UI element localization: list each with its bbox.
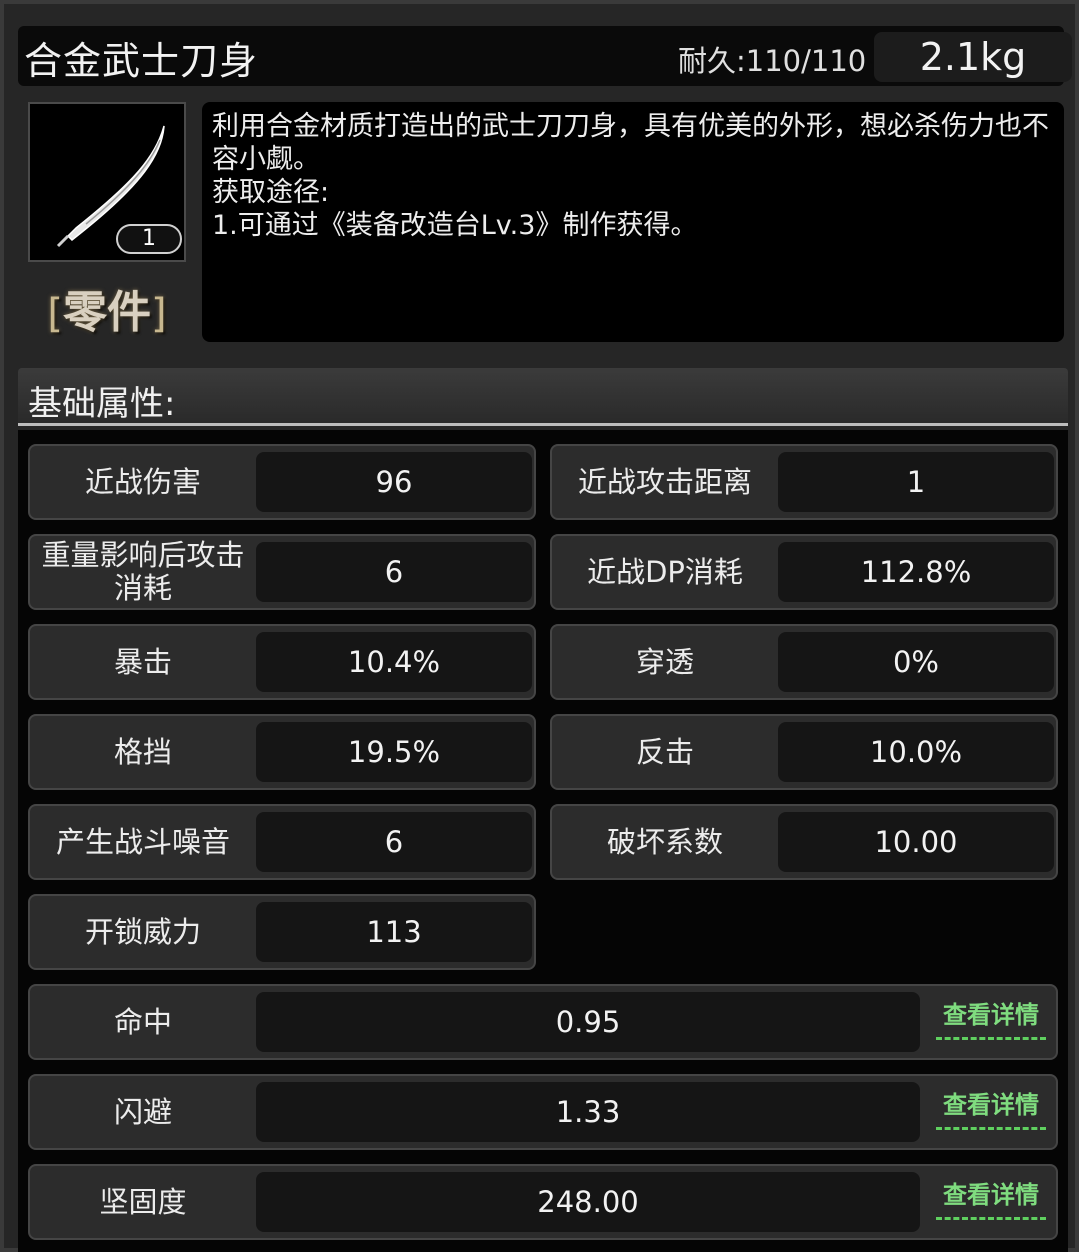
- stat-label: 坚固度: [99, 1184, 187, 1219]
- durability-text: 耐久:110/110: [678, 44, 867, 78]
- stat-cell: 格挡 19.5%: [28, 714, 536, 790]
- stat-label: 近战攻击距离: [577, 464, 752, 499]
- stat-label: 近战DP消耗: [587, 554, 743, 589]
- stat-value: 248.00: [256, 1172, 920, 1232]
- stat-cell: 开锁威力 113: [28, 894, 536, 970]
- stat-label: 反击: [635, 734, 694, 769]
- stat-label: 产生战斗噪音: [55, 824, 230, 859]
- category-bracket-right: ]: [151, 291, 167, 337]
- stat-cell: 反击 10.0%: [550, 714, 1058, 790]
- stat-cell: 近战伤害 96: [28, 444, 536, 520]
- stat-label: 暴击: [113, 644, 172, 679]
- item-icon-slot[interactable]: 1: [28, 102, 186, 262]
- stat-cell: 近战攻击距离 1: [550, 444, 1058, 520]
- stat-value: 112.8%: [778, 542, 1054, 602]
- stat-value: 19.5%: [256, 722, 532, 782]
- quantity-badge: 1: [116, 224, 182, 254]
- view-details-link[interactable]: 查看详情: [936, 1000, 1046, 1040]
- stat-value: 0.95: [256, 992, 920, 1052]
- stat-label: 开锁威力: [84, 914, 201, 949]
- stat-value: 6: [256, 542, 532, 602]
- stat-cell: 产生战斗噪音 6: [28, 804, 536, 880]
- stat-label: 破坏系数: [606, 824, 723, 859]
- stat-label: 命中: [113, 1004, 172, 1039]
- stat-value: 1: [778, 452, 1054, 512]
- view-details-link[interactable]: 查看详情: [936, 1090, 1046, 1130]
- item-category: [零件]: [28, 276, 186, 338]
- stat-value: 10.0%: [778, 722, 1054, 782]
- detail-stat-row: 坚固度 248.00 查看详情: [28, 1164, 1058, 1240]
- view-details-link[interactable]: 查看详情: [936, 1180, 1046, 1220]
- stat-cell: 破坏系数 10.00: [550, 804, 1058, 880]
- stat-cell: 近战DP消耗 112.8%: [550, 534, 1058, 610]
- stat-value: 96: [256, 452, 532, 512]
- detail-stat-row: 闪避 1.33 查看详情: [28, 1074, 1058, 1150]
- item-description: 利用合金材质打造出的武士刀刀身，具有优美的外形，想必杀伤力也不容小觑。 获取途径…: [202, 102, 1064, 342]
- stat-label: 穿透: [635, 644, 694, 679]
- stats-panel: 近战伤害 96 近战攻击距离 1 重量影响后攻击消耗 6 近战DP消耗 112.8% 暴击 10.…: [18, 430, 1068, 1252]
- stat-value: 0%: [778, 632, 1054, 692]
- weight-value: 2.1kg: [874, 32, 1072, 82]
- stat-label: 格挡: [113, 734, 172, 769]
- stat-label: 近战伤害: [84, 464, 201, 499]
- stat-value: 10.00: [778, 812, 1054, 872]
- stat-cell: 穿透 0%: [550, 624, 1058, 700]
- stat-label: 闪避: [113, 1094, 172, 1129]
- item-name: 合金武士刀身: [24, 39, 259, 83]
- category-bracket-left: [: [47, 291, 63, 337]
- stat-value: 1.33: [256, 1082, 920, 1142]
- category-label: 零件: [63, 287, 151, 338]
- detail-stat-row: 命中 0.95 查看详情: [28, 984, 1058, 1060]
- stat-label: 重量影响后攻击消耗: [41, 538, 245, 605]
- item-detail-window: 合金武士刀身 耐久:110/110 2.1kg 1 [零件] 利用合金材质打造出…: [0, 0, 1079, 1252]
- stat-cell: 重量影响后攻击消耗 6: [28, 534, 536, 610]
- stat-value: 113: [256, 902, 532, 962]
- stat-value: 6: [256, 812, 532, 872]
- item-header: 合金武士刀身 耐久:110/110 2.1kg: [18, 26, 1072, 86]
- section-title: 基础属性:: [28, 384, 176, 424]
- section-header: 基础属性:: [18, 368, 1068, 426]
- stat-cell: 暴击 10.4%: [28, 624, 536, 700]
- stat-value: 10.4%: [256, 632, 532, 692]
